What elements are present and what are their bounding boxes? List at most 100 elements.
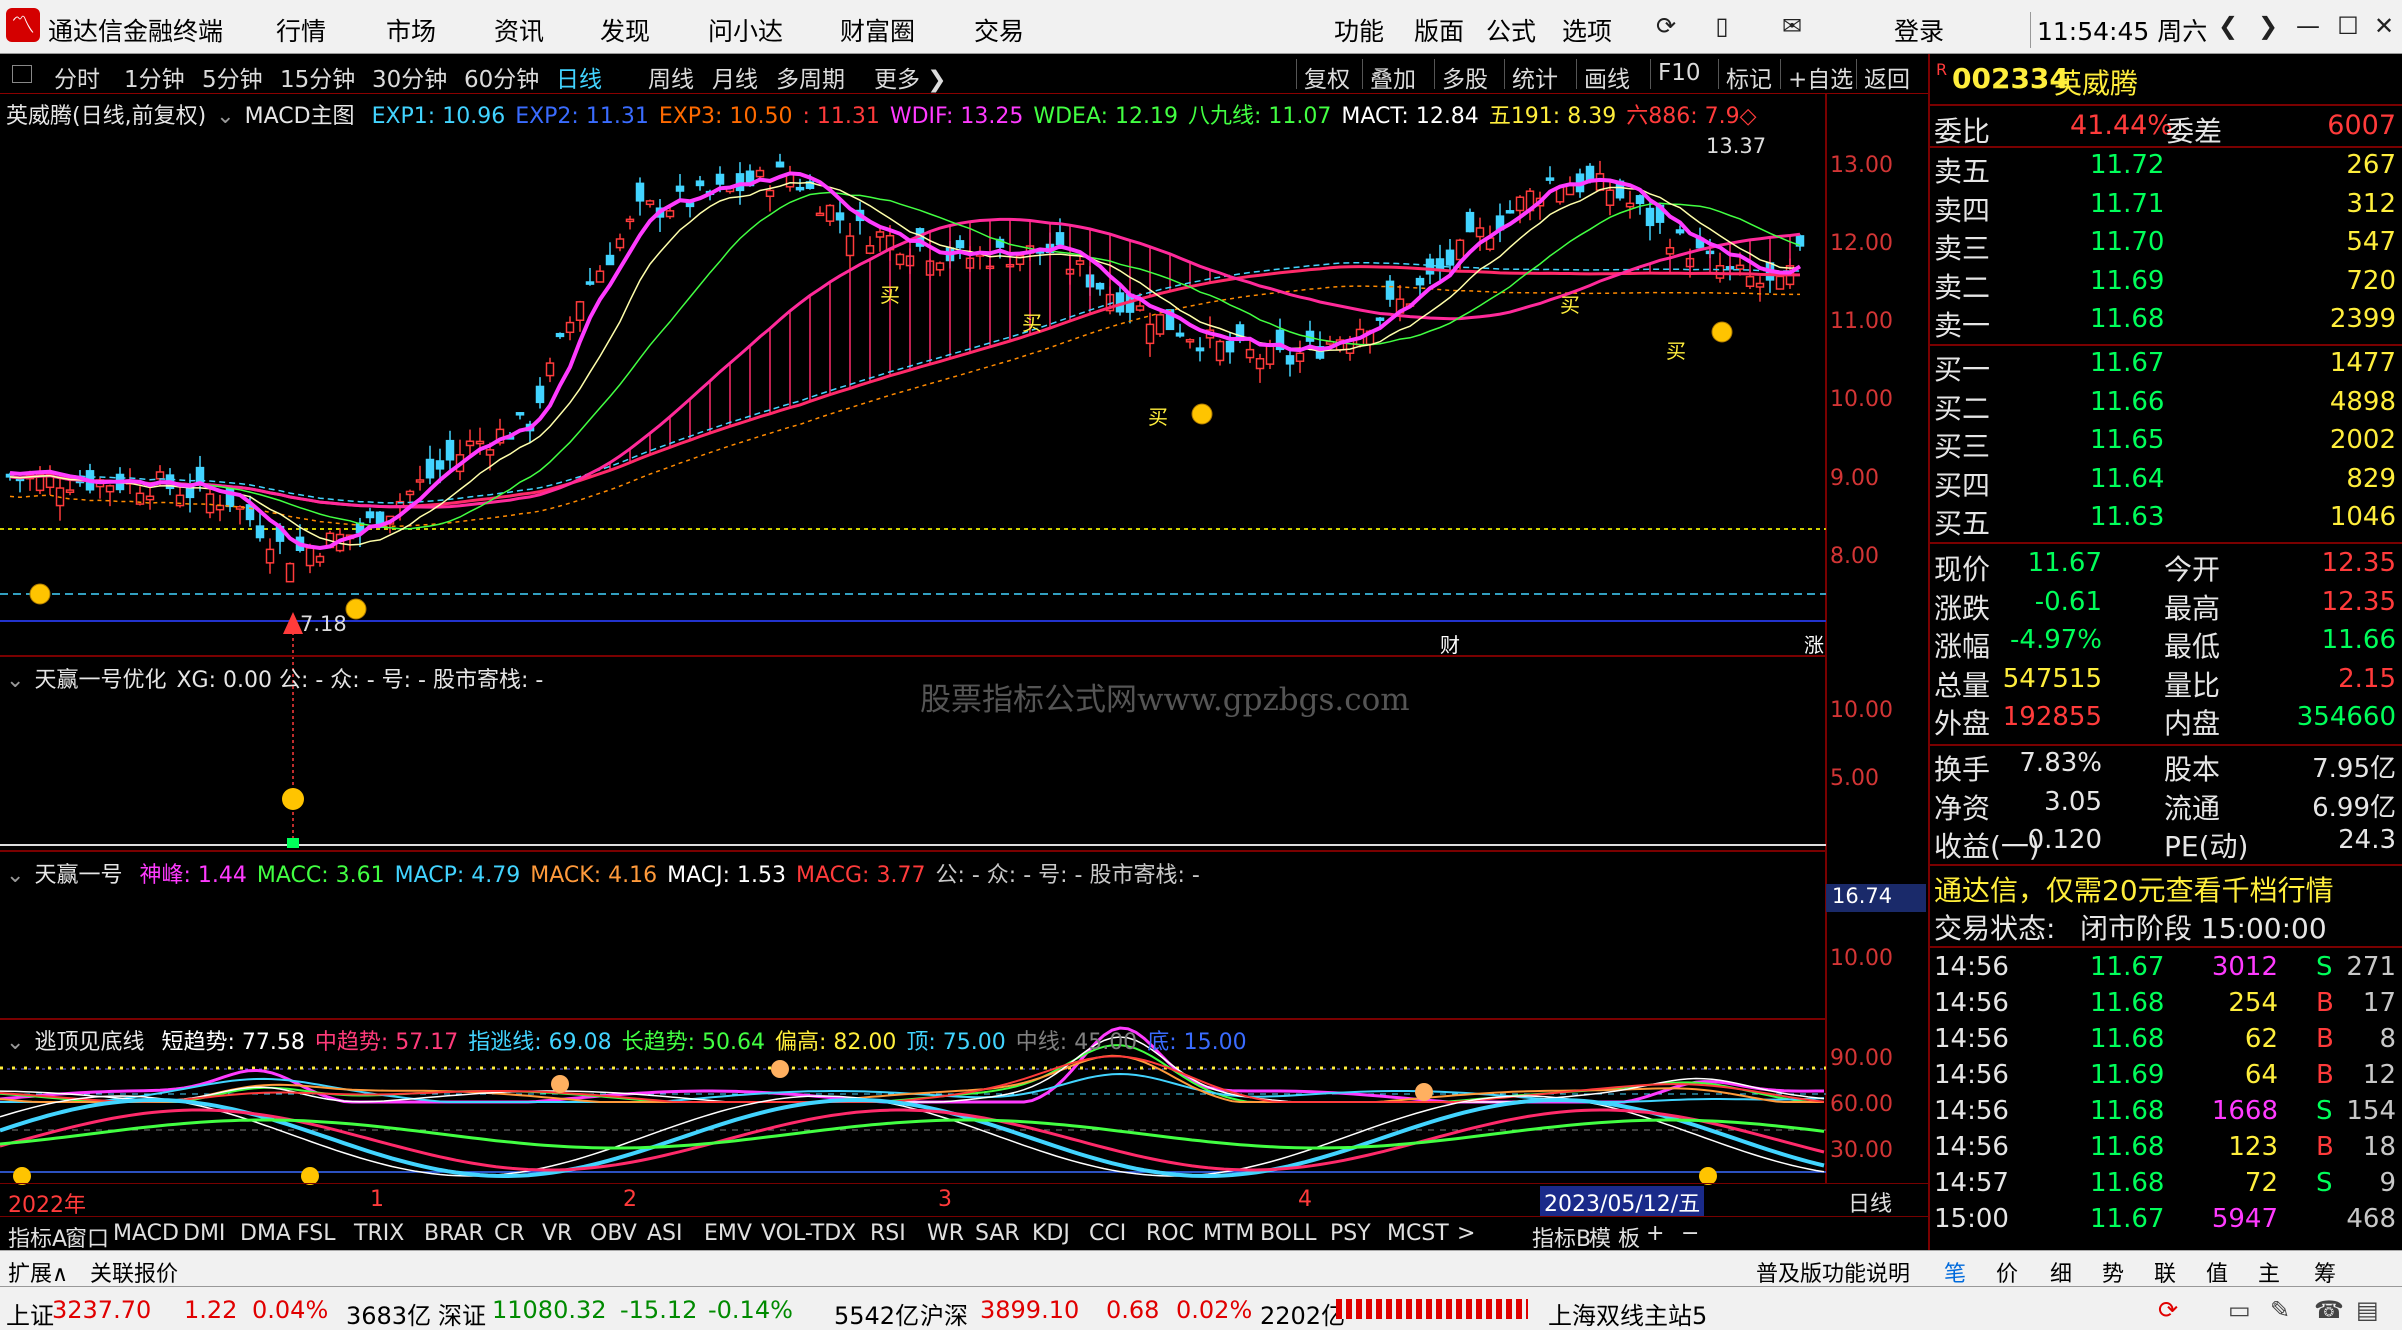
dropdown-icon[interactable]: ⌄ — [216, 104, 234, 129]
indicator-tab-指标B[interactable]: 指标B — [1532, 1221, 1591, 1253]
index-item-0[interactable]: 上证 — [6, 1296, 54, 1330]
view-button-5[interactable]: 联 — [2154, 1256, 2176, 1288]
sub1-name[interactable]: 天赢一号优化 — [34, 668, 166, 693]
indicator-tab-SAR[interactable]: SAR — [975, 1221, 1020, 1246]
view-button-6[interactable]: 值 — [2206, 1256, 2228, 1288]
period-8[interactable]: 月线 — [712, 60, 758, 94]
collapse-icon[interactable]: ⌄ — [6, 1030, 24, 1055]
indicator-tab-BOLL[interactable]: BOLL — [1260, 1221, 1317, 1246]
index-item-10[interactable]: 沪深 — [920, 1296, 968, 1330]
period-9[interactable]: 多周期 — [776, 60, 845, 94]
menu-layout[interactable]: 版面 — [1414, 12, 1464, 48]
sub3-name[interactable]: 逃顶见底线 — [34, 1030, 144, 1055]
view-button-1[interactable]: 笔 — [1944, 1256, 1966, 1288]
menu-news[interactable]: 资讯 — [494, 12, 544, 48]
menu-ask[interactable]: 问小达 — [708, 12, 783, 48]
tool-2[interactable]: 多股 — [1442, 60, 1488, 94]
index-item-11[interactable]: 3899.10 — [980, 1296, 1079, 1324]
period-1[interactable]: 1分钟 — [124, 60, 185, 94]
view-button-3[interactable]: 细 — [2050, 1256, 2072, 1288]
indicator-tab-ASI[interactable]: ASI — [647, 1221, 683, 1246]
tool-3[interactable]: 统计 — [1512, 60, 1558, 94]
tool-1[interactable]: 叠加 — [1370, 60, 1416, 94]
indicator-tab->[interactable]: > — [1457, 1221, 1475, 1246]
index-item-13[interactable]: 0.02% — [1176, 1296, 1252, 1324]
tool-7[interactable]: +自选 — [1788, 60, 1853, 94]
menu-options[interactable]: 选项 — [1562, 12, 1612, 48]
indicator-tab-BRAR[interactable]: BRAR — [424, 1221, 484, 1246]
view-button-2[interactable]: 价 — [1996, 1256, 2018, 1288]
ad-link[interactable]: 通达信，仅需20元查看千档行情 — [1934, 869, 2334, 909]
collapse-icon[interactable]: ⌄ — [6, 668, 24, 693]
index-item-6[interactable]: 11080.32 — [492, 1296, 607, 1324]
indicator-tab-VR[interactable]: VR — [542, 1221, 572, 1246]
indicator-tab-模 板[interactable]: 模 板 — [1589, 1221, 1640, 1253]
related-quotes-button[interactable]: 关联报价 — [90, 1256, 178, 1288]
indicator-tab-MTM[interactable]: MTM — [1203, 1221, 1254, 1246]
server-status[interactable]: 上海双线主站5 — [1548, 1296, 1707, 1330]
indicator-tab-−[interactable]: − — [1681, 1221, 1699, 1246]
login-button[interactable]: 登录 — [1894, 12, 1944, 48]
menu-quotes[interactable]: 行情 — [276, 12, 326, 48]
index-item-14[interactable]: 2202亿 — [1260, 1296, 1345, 1330]
indicator-tab-CR[interactable]: CR — [494, 1221, 525, 1246]
menu-market[interactable]: 市场 — [386, 12, 436, 48]
view-button-4[interactable]: 势 — [2102, 1256, 2124, 1288]
indicator-tab-DMA[interactable]: DMA — [240, 1221, 291, 1246]
indicator-tab-CCI[interactable]: CCI — [1089, 1221, 1126, 1246]
indicator-tab-OBV[interactable]: OBV — [590, 1221, 637, 1246]
index-item-5[interactable]: 深证 — [438, 1296, 486, 1330]
indicator-tab-ROC[interactable]: ROC — [1146, 1221, 1194, 1246]
tool-6[interactable]: 标记 — [1726, 60, 1772, 94]
status-tool-icon[interactable]: ▤ — [2356, 1296, 2379, 1324]
view-button-0[interactable]: 普及版功能说明 — [1756, 1256, 1910, 1288]
period-label[interactable]: 日线 — [1848, 1186, 1892, 1218]
indicator-tab-窗口[interactable]: 窗口 — [65, 1221, 109, 1253]
expand-button[interactable]: 扩展∧ — [8, 1256, 68, 1288]
period-5[interactable]: 60分钟 — [464, 60, 539, 94]
indicator-tab-DMI[interactable]: DMI — [183, 1221, 225, 1246]
index-item-12[interactable]: 0.68 — [1106, 1296, 1159, 1324]
forward-icon[interactable]: ❯ — [2246, 8, 2290, 44]
menu-function[interactable]: 功能 — [1334, 12, 1384, 48]
index-item-8[interactable]: -0.14% — [708, 1296, 793, 1324]
index-item-1[interactable]: 3237.70 — [52, 1296, 151, 1324]
menu-wealth[interactable]: 财富圈 — [840, 12, 915, 48]
status-tool-icon[interactable]: ☎ — [2314, 1296, 2344, 1324]
status-tool-icon[interactable]: ✎ — [2270, 1296, 2290, 1324]
tool-4[interactable]: 画线 — [1584, 60, 1630, 94]
tool-5[interactable]: F10 — [1658, 60, 1701, 86]
period-7[interactable]: 周线 — [648, 60, 694, 94]
minimize-icon[interactable]: — — [2286, 8, 2330, 44]
indicator-tab-EMV[interactable]: EMV — [704, 1221, 752, 1246]
indicator-tab-PSY[interactable]: PSY — [1330, 1221, 1371, 1246]
refresh-icon[interactable]: ⟳ — [1644, 8, 1688, 44]
indicator-name[interactable]: MACD主图 — [245, 104, 355, 129]
indicator-tab-MACD[interactable]: MACD — [113, 1221, 179, 1246]
period-10[interactable]: 更多 ❯ — [874, 60, 947, 94]
collapse-icon[interactable]: ⌄ — [6, 863, 24, 888]
mail-icon[interactable]: ✉ — [1770, 8, 1814, 44]
view-button-7[interactable]: 主 — [2258, 1256, 2280, 1288]
status-tool-icon[interactable]: ▭ — [2228, 1296, 2251, 1324]
indicator-tab-TRIX[interactable]: TRIX — [354, 1221, 404, 1246]
indicator-tab-MCST[interactable]: MCST — [1387, 1221, 1449, 1246]
view-button-8[interactable]: 筹 — [2314, 1256, 2336, 1288]
close-icon[interactable]: ✕ — [2362, 8, 2402, 44]
indicator-tab-指标A[interactable]: 指标A — [8, 1221, 67, 1253]
indicator-tab-KDJ[interactable]: KDJ — [1032, 1221, 1070, 1246]
indicator-tab-WR[interactable]: WR — [927, 1221, 964, 1246]
indicator-tab-FSL[interactable]: FSL — [297, 1221, 336, 1246]
menu-trade[interactable]: 交易 — [974, 12, 1024, 48]
phone-icon[interactable]: ▯ — [1700, 8, 1744, 44]
period-3[interactable]: 15分钟 — [280, 60, 355, 94]
indicator-tab-VOL-TDX[interactable]: VOL-TDX — [761, 1221, 856, 1246]
sub2-name[interactable]: 天赢一号 — [34, 863, 122, 888]
indicator-tab-RSI[interactable]: RSI — [870, 1221, 906, 1246]
status-tool-icon[interactable]: ⟳ — [2158, 1296, 2178, 1324]
period-2[interactable]: 5分钟 — [202, 60, 263, 94]
tool-0[interactable]: 复权 — [1304, 60, 1350, 94]
menu-formula[interactable]: 公式 — [1486, 12, 1536, 48]
panel-toggle-icon[interactable] — [12, 65, 32, 83]
period-0[interactable]: 分时 — [54, 60, 100, 94]
